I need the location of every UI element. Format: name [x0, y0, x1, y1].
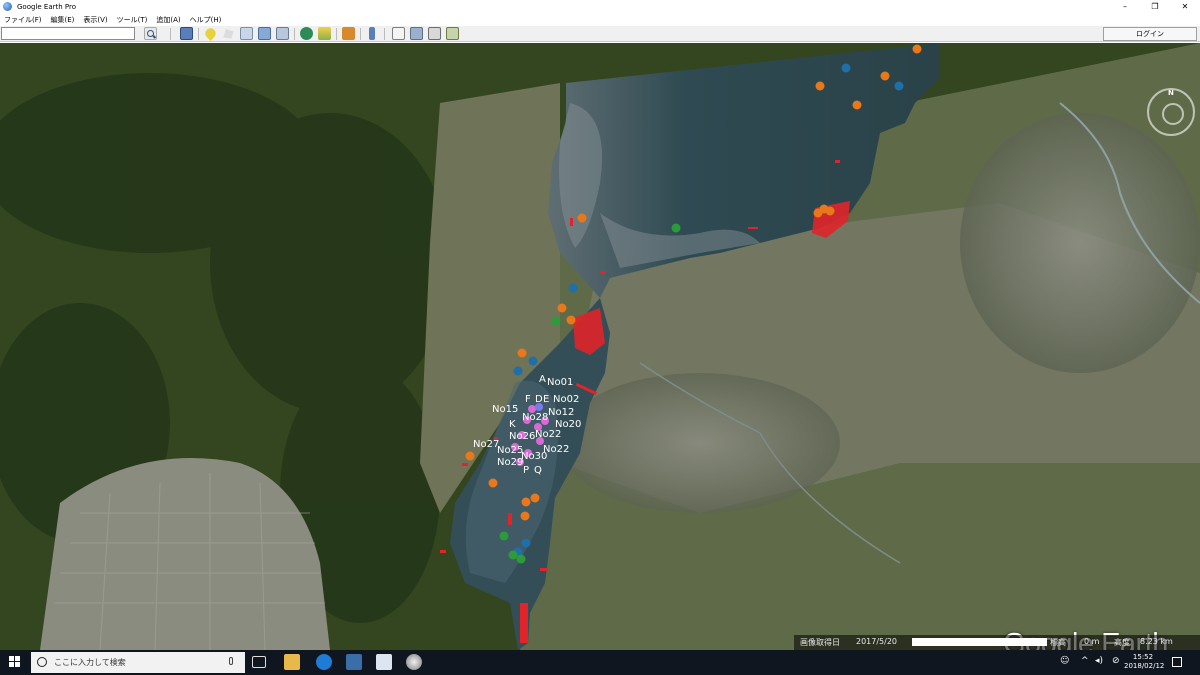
label-d: D: [535, 394, 543, 405]
label-no29: No29: [497, 457, 523, 468]
search-input[interactable]: [1, 27, 135, 40]
store-icon[interactable]: [346, 654, 362, 670]
menu-file[interactable]: ファイル(F): [4, 15, 42, 25]
save-image-icon[interactable]: [428, 27, 441, 40]
eye-altitude-value: 8.23 km: [1140, 637, 1173, 646]
label-no02: No02: [553, 394, 579, 405]
label-f: F: [525, 394, 531, 405]
menu-bar: ファイル(F) 編集(E) 表示(V) ツール(T) 追加(A) ヘルプ(H): [0, 13, 1200, 26]
label-no25: No25: [497, 445, 523, 456]
notification-icon[interactable]: [1172, 657, 1182, 667]
label-q: Q: [534, 465, 542, 476]
toolbar-divider: [170, 28, 171, 40]
toolbar-divider: [384, 28, 385, 40]
eye-altitude-label: 高度: [1114, 638, 1130, 647]
menu-help[interactable]: ヘルプ(H): [190, 15, 222, 25]
label-no22a: No22: [535, 429, 561, 440]
menu-add[interactable]: 追加(A): [156, 15, 180, 25]
close-button[interactable]: ✕: [1170, 0, 1200, 13]
polygon-icon[interactable]: [223, 28, 234, 39]
label-no26: No26: [509, 431, 535, 442]
menu-tools[interactable]: ツール(T): [117, 15, 148, 25]
toolbar: ログイン: [0, 26, 1200, 42]
elevation-label: 標高: [1050, 638, 1066, 647]
google-earth-icon: [3, 2, 12, 11]
label-p: P: [523, 465, 529, 476]
email-icon[interactable]: [392, 27, 405, 40]
view-maps-icon[interactable]: [446, 27, 459, 40]
clock-date: 2018/02/12: [1124, 662, 1165, 670]
window-title: Google Earth Pro: [17, 2, 77, 11]
scale-bar: [912, 638, 1047, 646]
planets-icon[interactable]: [342, 27, 355, 40]
ruler-icon[interactable]: [369, 27, 375, 40]
label-no15: No15: [492, 404, 518, 415]
label-e: E: [543, 394, 549, 405]
edge-icon[interactable]: [316, 654, 332, 670]
sidebar-icon[interactable]: [180, 27, 193, 40]
map-viewport[interactable]: A No01 F D E No02 No15 No28 No12 K No20 …: [0, 43, 1200, 650]
menu-edit[interactable]: 編集(E): [51, 15, 75, 25]
notepad-icon[interactable]: [376, 654, 392, 670]
task-view-icon[interactable]: [252, 656, 266, 668]
toolbar-divider: [360, 28, 361, 40]
menu-view[interactable]: 表示(V): [83, 15, 107, 25]
volume-icon[interactable]: ◂): [1095, 656, 1103, 666]
history-icon[interactable]: [300, 27, 313, 40]
map-status-bar: 画像取得日 2017/5/20 標高 0 m 高度 8.23 km: [794, 635, 1200, 650]
imagery-date: 2017/5/20: [856, 637, 898, 646]
search-icon[interactable]: [144, 27, 157, 40]
tray-chevron-icon[interactable]: ^: [1081, 656, 1089, 666]
clock-time: 15:52: [1132, 653, 1154, 661]
windows-taskbar: ここに入力して検索 ☺ ^ ◂) ⊘ 15:52 2018/02/12: [0, 650, 1200, 675]
minimize-button[interactable]: –: [1110, 0, 1140, 13]
start-button[interactable]: [9, 656, 21, 668]
overlay-icon[interactable]: [258, 27, 271, 40]
title-bar: Google Earth Pro – ❐ ✕: [0, 0, 1200, 13]
label-no01: No01: [547, 377, 573, 388]
tour-icon[interactable]: [276, 27, 289, 40]
label-no12: No12: [548, 407, 574, 418]
placemark-icon[interactable]: [203, 26, 218, 41]
label-no27: No27: [473, 439, 499, 450]
window-controls: – ❐ ✕: [1110, 0, 1200, 13]
label-no22b: No22: [543, 444, 569, 455]
toolbar-divider: [198, 28, 199, 40]
file-explorer-icon[interactable]: [284, 654, 300, 670]
sunlight-icon[interactable]: [318, 27, 331, 40]
print-icon[interactable]: [410, 27, 423, 40]
imagery-date-label: 画像取得日: [800, 638, 840, 647]
elevation-value: 0 m: [1084, 637, 1100, 646]
microphone-icon[interactable]: [229, 657, 233, 665]
path-icon[interactable]: [240, 27, 253, 40]
taskbar-search-placeholder: ここに入力して検索: [54, 658, 126, 667]
cortana-icon: [37, 657, 47, 667]
taskbar-search-box[interactable]: ここに入力して検索: [31, 652, 245, 673]
people-icon[interactable]: ☺: [1060, 656, 1069, 666]
maximize-button[interactable]: ❐: [1140, 0, 1170, 13]
google-earth-taskbar-icon[interactable]: [406, 654, 422, 670]
satellite-imagery: A No01 F D E No02 No15 No28 No12 K No20 …: [0, 43, 1200, 650]
label-k: K: [509, 419, 516, 430]
toolbar-divider: [336, 28, 337, 40]
taskbar-clock[interactable]: 15:52 2018/02/12: [1124, 653, 1165, 671]
login-button[interactable]: ログイン: [1103, 27, 1197, 41]
toolbar-divider: [294, 28, 295, 40]
label-a: A: [539, 374, 546, 385]
navigation-compass[interactable]: N: [1147, 88, 1195, 136]
label-no28: No28: [522, 412, 548, 423]
network-icon[interactable]: ⊘: [1112, 656, 1120, 666]
compass-north-label: N: [1168, 89, 1174, 97]
